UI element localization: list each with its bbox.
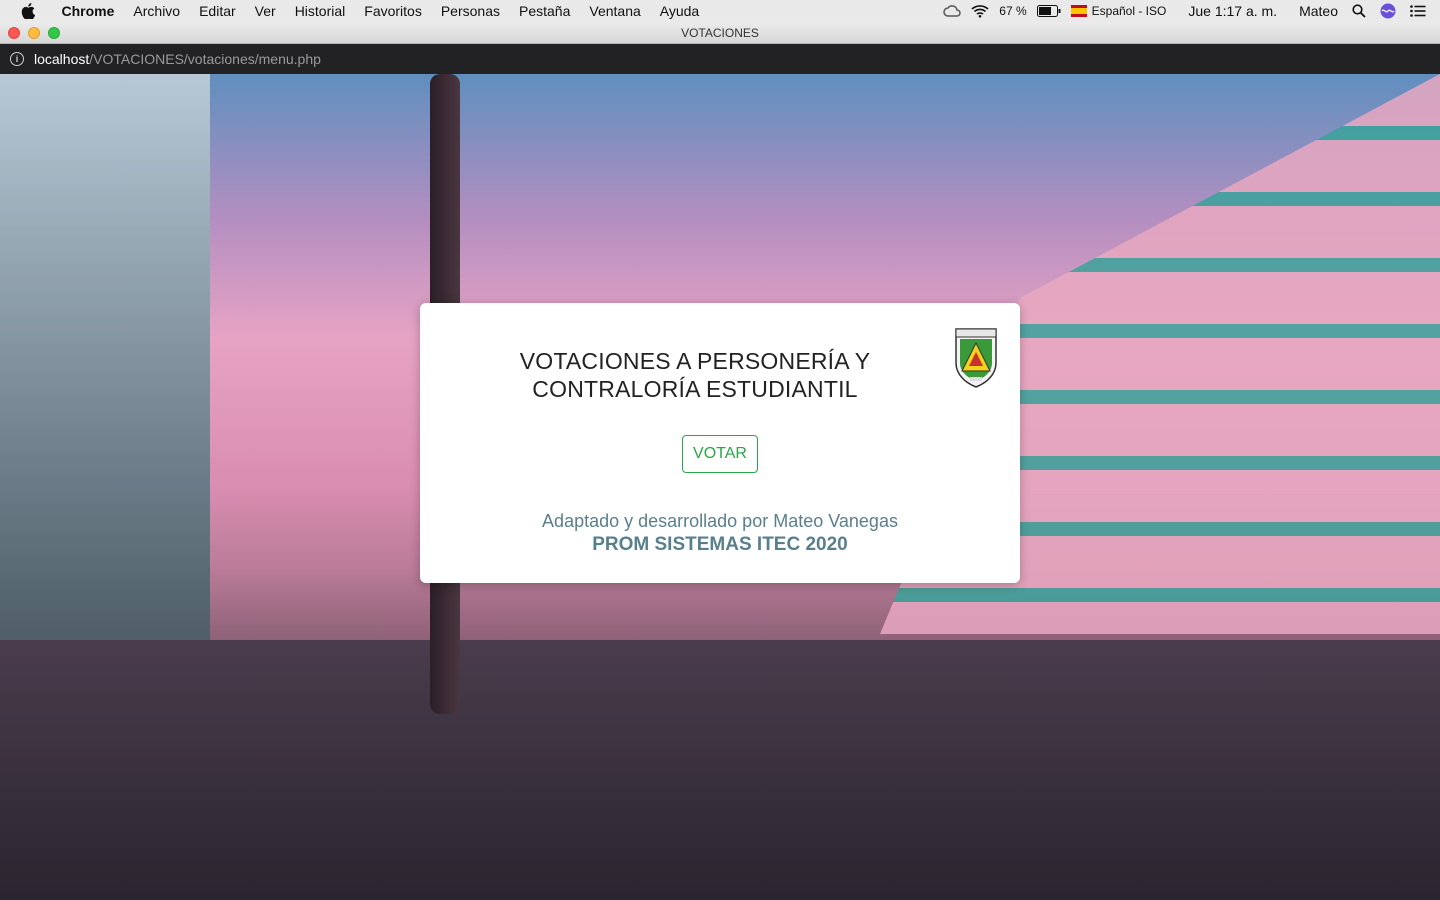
spain-flag-icon [1070,5,1087,17]
address-bar[interactable]: i localhost /VOTACIONES/votaciones/menu.… [0,44,1440,74]
input-source[interactable]: Español - ISO [1070,4,1167,18]
url-host: localhost [34,51,90,67]
battery-percent[interactable]: 67 % [999,4,1026,18]
menu-ayuda[interactable]: Ayuda [650,3,708,19]
notification-center-icon[interactable] [1410,5,1426,17]
user-name[interactable]: Mateo [1299,3,1338,19]
credits: Adaptado y desarrollado por Mateo Vanega… [420,509,1020,557]
background-street [0,640,1440,900]
card-title-line-1: VOTACIONES A PERSONERÍA Y [519,348,871,374]
school-crest-logo [955,328,997,388]
minimize-window-button[interactable] [28,27,40,39]
vote-button[interactable]: VOTAR [682,435,758,473]
menu-historial[interactable]: Historial [285,3,355,19]
menu-ventana[interactable]: Ventana [580,3,650,19]
site-info-icon[interactable]: i [10,52,24,66]
url-path: /VOTACIONES/votaciones/menu.php [89,51,321,67]
window-title: VOTACIONES [681,25,759,40]
window-title-bar: VOTACIONES [0,22,1440,44]
traffic-lights [8,27,68,39]
siri-icon[interactable] [1380,3,1396,19]
prom-line: PROM SISTEMAS ITEC 2020 [592,534,848,555]
menu-app-name[interactable]: Chrome [52,3,124,19]
battery-icon[interactable] [1036,5,1061,17]
voting-card: VOTACIONES A PERSONERÍA Y CONTRALORÍA ES… [420,303,1020,583]
input-source-label: Español - ISO [1091,4,1167,18]
card-title: VOTACIONES A PERSONERÍA Y CONTRALORÍA ES… [480,347,910,403]
clock[interactable]: Jue 1:17 a. m. [1188,3,1277,19]
apple-icon[interactable] [18,0,38,22]
macos-menu-bar: Chrome Archivo Editar Ver Historial Favo… [0,0,1440,22]
credit-line: Adaptado y desarrollado por Mateo Vanega… [542,511,898,531]
zoom-window-button[interactable] [48,27,60,39]
status-area: 67 % Español - ISO Jue 1:17 a. m. Mateo [933,0,1440,22]
menu-favoritos[interactable]: Favoritos [355,3,432,19]
close-window-button[interactable] [8,27,20,39]
page-background: VOTACIONES A PERSONERÍA Y CONTRALORÍA ES… [0,74,1440,900]
menu-pestana[interactable]: Pestaña [510,3,580,19]
card-title-line-2: CONTRALORÍA ESTUDIANTIL [532,376,858,402]
menu-archivo[interactable]: Archivo [124,3,190,19]
spotlight-search-icon[interactable] [1352,4,1366,18]
wifi-icon[interactable] [971,4,989,18]
menu-ver[interactable]: Ver [245,3,285,19]
creative-cloud-icon[interactable] [943,5,961,17]
menu-editar[interactable]: Editar [190,3,246,19]
menu-personas[interactable]: Personas [431,3,509,19]
